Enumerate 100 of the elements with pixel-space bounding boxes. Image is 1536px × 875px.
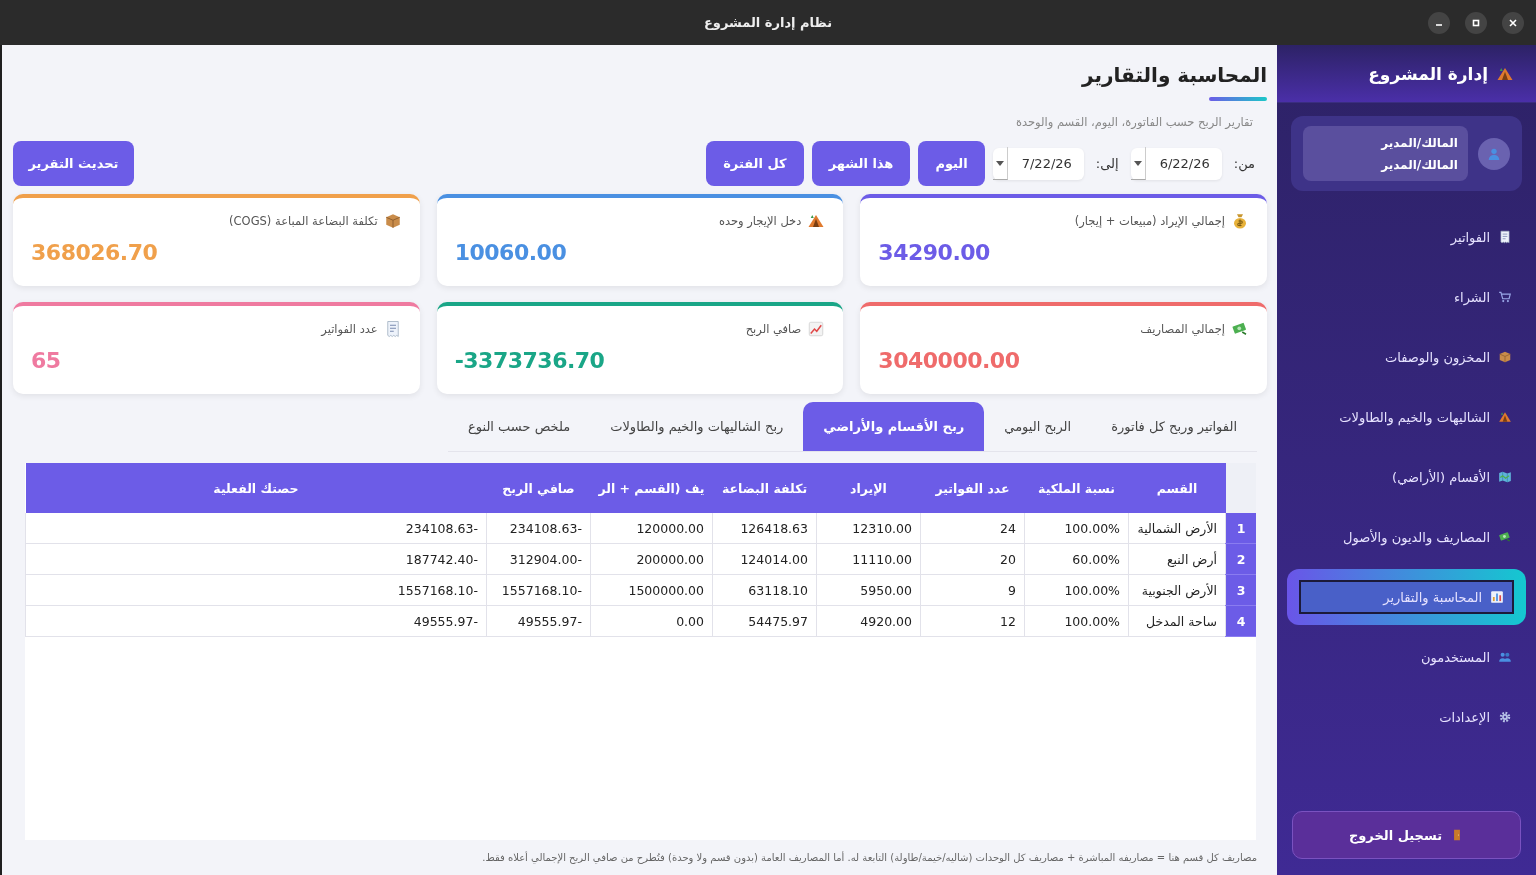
box-icon xyxy=(383,212,402,230)
table-cell: 126418.63 xyxy=(712,513,817,544)
logout-button[interactable]: تسجيل الخروج xyxy=(1292,811,1521,859)
app-title: إدارة المشروع xyxy=(1368,63,1488,84)
table-cell: 12310.00 xyxy=(816,513,921,544)
report-tab[interactable]: ربح الشاليهات والخيم والطاولات xyxy=(590,402,804,451)
stat-value: -3373736.70 xyxy=(454,348,605,373)
table-cell: 1557168.10- xyxy=(25,574,487,606)
page-subtitle: تقارير الربح حسب الفاتورة، اليوم، القسم والوحدة xyxy=(1015,115,1253,129)
row-number: 3 xyxy=(1225,574,1256,606)
table-cell: 100.00% xyxy=(1024,605,1129,637)
table-cell: 49555.97- xyxy=(25,605,487,637)
header-corner xyxy=(1225,463,1256,513)
column-header: صافي الربح xyxy=(486,463,591,513)
to-label: إلى: xyxy=(1095,156,1119,171)
stat-label: تكلفة البضاعة المباعة (COGS) xyxy=(229,214,378,228)
column-header: حصتك الفعلية xyxy=(25,463,487,513)
table-cell: 5950.00 xyxy=(816,574,921,606)
table-cell: 0.00 xyxy=(590,605,713,637)
stat-value: 3040000.00 xyxy=(878,348,1020,373)
report-tab[interactable]: ملخص حسب النوع xyxy=(448,402,591,451)
stat-label: دخل الإيجار وحده xyxy=(718,214,802,228)
table-cell: الأرض الجنوبية xyxy=(1128,574,1226,606)
sidebar-item[interactable]: المستخدمون xyxy=(1287,629,1526,685)
window-title: نظام إدارة المشروع xyxy=(703,15,833,30)
table-cell: 100.00% xyxy=(1024,513,1129,544)
sidebar-item[interactable]: المصاريف والديون والأصول xyxy=(1287,509,1526,565)
table-cell: 1557168.10- xyxy=(486,574,591,606)
maximize-button[interactable] xyxy=(1465,12,1487,34)
page-title: المحاسبة والتقارير xyxy=(1082,63,1267,87)
table-cell: 234108.63- xyxy=(25,513,487,544)
cart-icon xyxy=(1498,290,1512,304)
banknote-icon xyxy=(1498,530,1512,544)
stat-value: 34290.00 xyxy=(878,240,990,265)
sidebar-item[interactable]: الأقسام (الأراضي) xyxy=(1287,449,1526,505)
period-button[interactable]: هذا الشهر xyxy=(811,141,911,186)
receipt-icon xyxy=(1498,230,1512,244)
banknote-icon xyxy=(1231,320,1249,338)
table-cell: 234108.63- xyxy=(486,513,591,544)
user-name: المالك/المدير xyxy=(1379,135,1458,150)
from-label: من: xyxy=(1233,156,1255,171)
table-cell: ساحة المدخل xyxy=(1128,605,1226,637)
map-icon xyxy=(1498,470,1512,484)
sidebar-item[interactable]: الشراء xyxy=(1287,269,1526,325)
table-cell: 12 xyxy=(920,605,1025,637)
sidebar-item[interactable]: المحاسبة والتقارير xyxy=(1287,569,1526,625)
report-tab[interactable]: الفواتير وربح كل فاتورة xyxy=(1091,402,1257,451)
column-header: نسبة الملكية xyxy=(1024,463,1129,513)
period-button[interactable]: اليوم xyxy=(918,141,985,186)
box-icon xyxy=(1498,350,1512,364)
stat-label: إجمالي الإيراد (مبيعات + إيجار) xyxy=(1074,214,1225,228)
maximize-icon xyxy=(1471,18,1481,28)
minimize-button[interactable] xyxy=(1428,12,1450,34)
dropdown-arrow-icon[interactable] xyxy=(1130,147,1146,180)
row-number: 4 xyxy=(1225,605,1256,637)
dropdown-arrow-icon[interactable] xyxy=(992,147,1008,180)
stat-value: 65 xyxy=(31,348,61,373)
sidebar-item[interactable]: الإعدادات xyxy=(1287,689,1526,745)
tent-icon xyxy=(1498,410,1512,424)
table-cell: 312904.00- xyxy=(486,543,591,575)
bar-chart-icon xyxy=(1490,590,1504,604)
settings-icon xyxy=(1498,710,1512,724)
report-tab[interactable]: الربح اليومي xyxy=(984,402,1092,451)
table-cell: 9 xyxy=(920,574,1025,606)
table-cell: 24 xyxy=(920,513,1025,544)
sidebar-item[interactable]: المخزون والوصفات xyxy=(1287,329,1526,385)
table-cell: 1500000.00 xyxy=(590,574,713,606)
column-header: تكلفة البضاعة xyxy=(712,463,817,513)
chart-up-icon xyxy=(807,320,826,338)
date-field[interactable]: 7/22/26 xyxy=(992,147,1084,180)
table-cell: أرض النبع xyxy=(1128,543,1226,575)
date-field[interactable]: 6/22/26 xyxy=(1130,147,1222,180)
table-cell: 54475.97 xyxy=(712,605,817,637)
table-cell: الأرض الشمالية xyxy=(1128,513,1226,544)
row-number: 2 xyxy=(1225,543,1256,575)
close-button[interactable] xyxy=(1502,12,1524,34)
stat-label: صافي الربح xyxy=(745,322,802,336)
table-cell: 11110.00 xyxy=(816,543,921,575)
money-bag-icon xyxy=(1231,212,1249,230)
stat-label: إجمالي المصاريف xyxy=(1140,322,1225,336)
period-button[interactable]: كل الفترة xyxy=(706,141,804,186)
table-cell: 120000.00 xyxy=(590,513,713,544)
table-cell: 20 xyxy=(920,543,1025,575)
table-cell: 63118.10 xyxy=(712,574,817,606)
close-icon xyxy=(1508,18,1518,28)
table-cell: 124014.00 xyxy=(712,543,817,575)
people-icon xyxy=(1498,650,1512,664)
table-cell: 187742.40- xyxy=(25,543,487,575)
table-cell: 60.00% xyxy=(1024,543,1129,575)
column-header: يف (القسم + الر xyxy=(590,463,713,513)
refresh-report-button[interactable]: تحديث التقرير xyxy=(13,141,134,186)
column-header: الإيراد xyxy=(816,463,921,513)
table-cell: 200000.00 xyxy=(590,543,713,575)
table-cell: 100.00% xyxy=(1024,574,1129,606)
stat-value: 368026.70 xyxy=(31,240,158,265)
tent-icon xyxy=(807,212,826,230)
sidebar-item[interactable]: الفواتير xyxy=(1287,209,1526,265)
footnote: مصاريف كل قسم هنا = مصاريفه المباشرة + مصاريف كل الوحدات (شاليه/خيمة/طاولة) التابعة له. أما المصاريف العامة (بدون قسم ولا وحدة) فتُطرح من صافي الربح الإجمالي أعلاه فقط. xyxy=(481,850,1258,866)
sidebar-item[interactable]: الشاليهات والخيم والطاولات xyxy=(1287,389,1526,445)
report-tab[interactable]: ربح الأقسام والأراضي xyxy=(803,402,985,451)
